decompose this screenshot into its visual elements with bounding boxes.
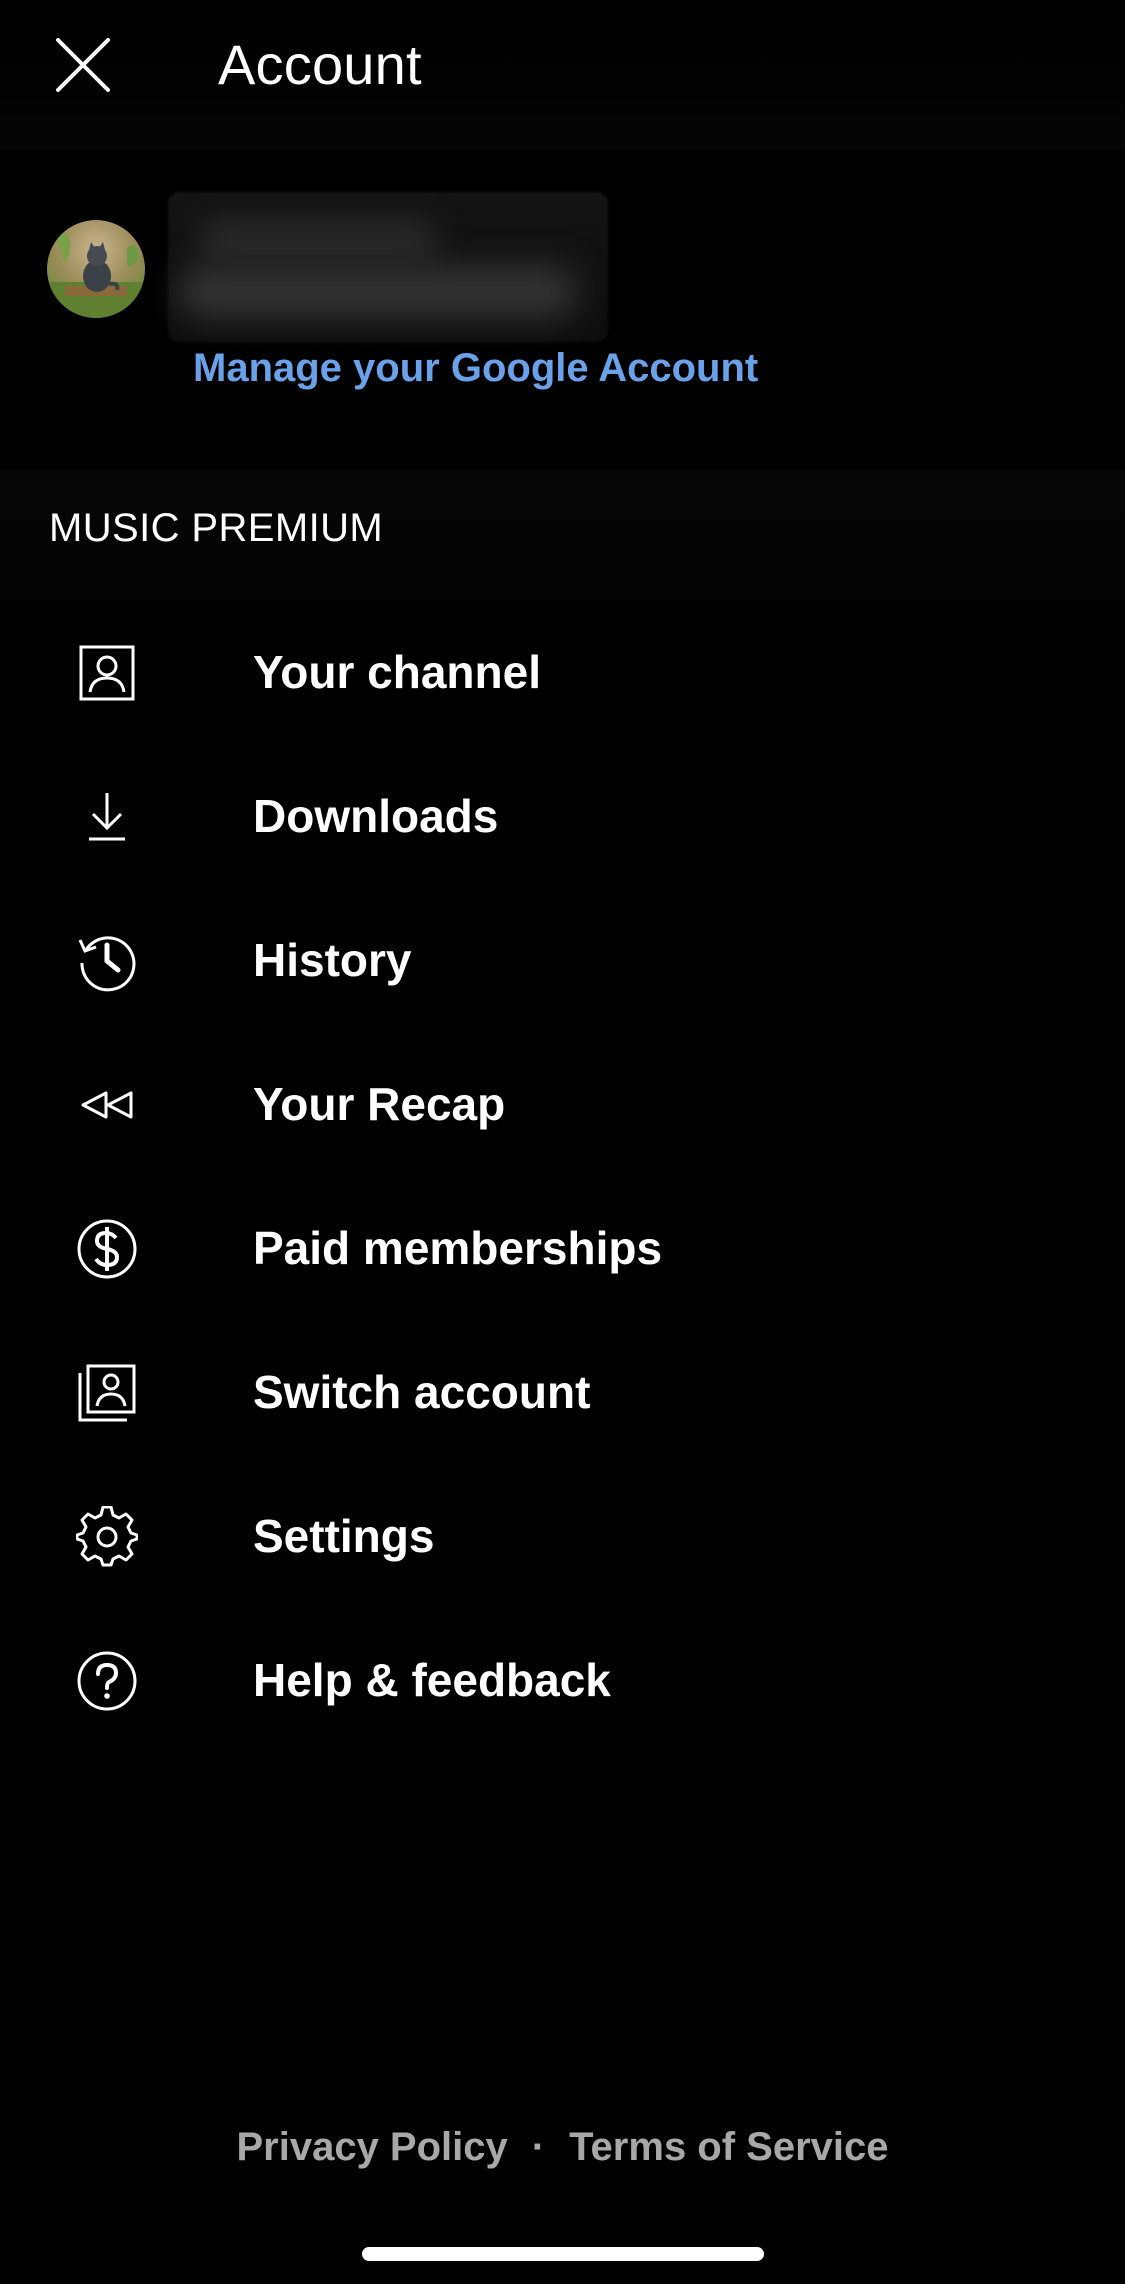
menu-item-history[interactable]: History [0, 888, 1125, 1032]
menu-item-your-channel[interactable]: Your channel [0, 600, 1125, 744]
menu-item-label: Settings [253, 1510, 435, 1562]
account-menu: Your channel Downloads History Your Reca… [0, 600, 1125, 1752]
profile-section: Manage your Google Account [0, 150, 1125, 470]
close-icon [56, 38, 110, 92]
section-header: MUSIC PREMIUM [0, 470, 1125, 600]
menu-item-your-recap[interactable]: Your Recap [0, 1032, 1125, 1176]
menu-item-settings[interactable]: Settings [0, 1464, 1125, 1608]
menu-item-label: Downloads [253, 790, 499, 842]
menu-item-label: History [253, 934, 412, 986]
account-name-redacted [168, 192, 608, 342]
rewind-icon [72, 1070, 142, 1140]
switch-account-icon [72, 1358, 142, 1428]
footer-links: Privacy Policy · Terms of Service [0, 2125, 1125, 2170]
dollar-icon [72, 1214, 142, 1284]
menu-item-label: Your channel [253, 646, 541, 698]
menu-item-paid-memberships[interactable]: Paid memberships [0, 1176, 1125, 1320]
person-icon [72, 638, 142, 708]
privacy-policy-link[interactable]: Privacy Policy [236, 2125, 507, 2169]
menu-item-label: Paid memberships [253, 1222, 663, 1274]
menu-item-switch-account[interactable]: Switch account [0, 1320, 1125, 1464]
close-button[interactable] [50, 32, 116, 98]
manage-google-account-link[interactable]: Manage your Google Account [193, 346, 758, 391]
page-title: Account [218, 33, 422, 96]
help-icon [72, 1646, 142, 1716]
download-icon [72, 782, 142, 852]
home-indicator[interactable] [362, 2247, 764, 2261]
section-title: MUSIC PREMIUM [49, 506, 384, 550]
avatar[interactable] [47, 220, 145, 318]
menu-item-label: Switch account [253, 1366, 591, 1418]
history-icon [72, 926, 142, 996]
menu-item-downloads[interactable]: Downloads [0, 744, 1125, 888]
terms-of-service-link[interactable]: Terms of Service [569, 2125, 888, 2169]
gear-icon [72, 1502, 142, 1572]
menu-item-help-feedback[interactable]: Help & feedback [0, 1608, 1125, 1752]
footer-separator: · [531, 2125, 546, 2169]
menu-item-label: Help & feedback [253, 1654, 611, 1706]
menu-item-label: Your Recap [253, 1078, 506, 1130]
app-header: Account [0, 0, 1125, 150]
